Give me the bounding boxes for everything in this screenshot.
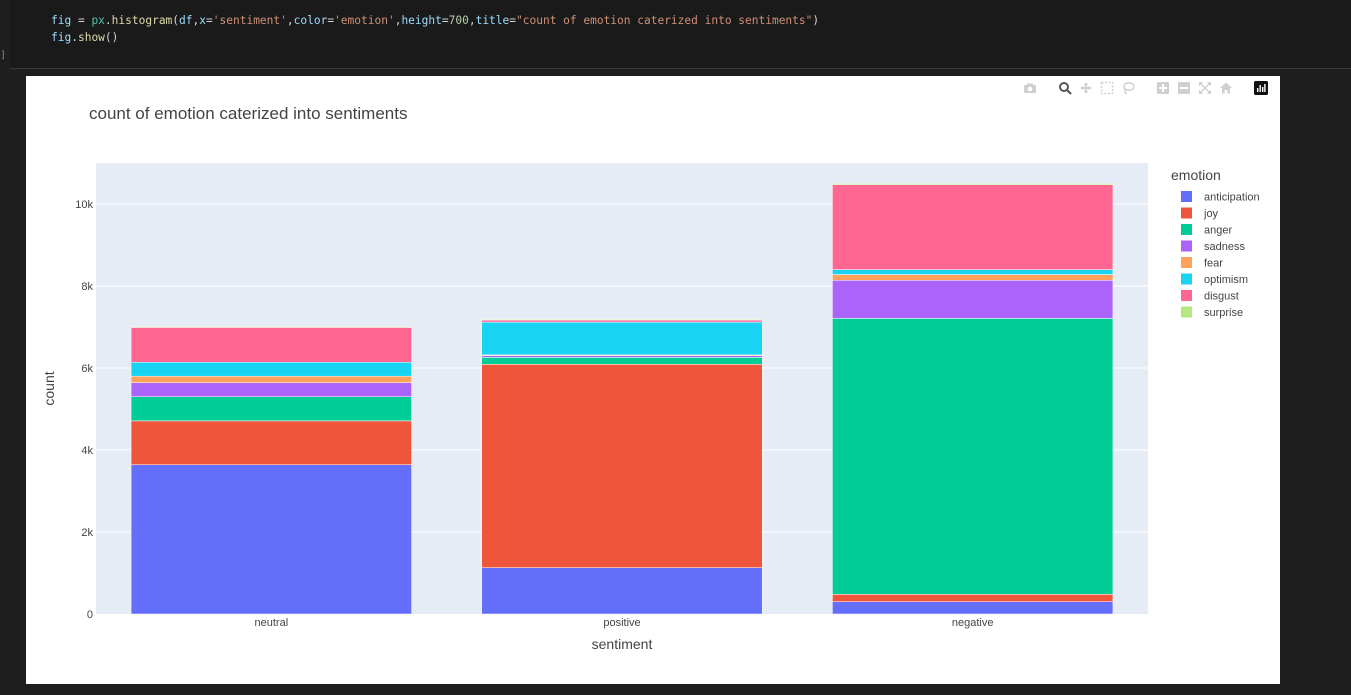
legend-swatch-anticipation[interactable]: [1181, 191, 1192, 202]
bar-anticipation-positive[interactable]: [481, 567, 763, 615]
code-token: color: [293, 14, 328, 27]
bar-surprise-negative[interactable]: [832, 183, 1114, 185]
code-token: ,: [286, 14, 294, 27]
bar-surprise-positive[interactable]: [481, 318, 763, 321]
pan-icon[interactable]: [1078, 81, 1093, 96]
zoom-out-icon[interactable]: [1176, 81, 1191, 96]
stacked-bar-chart: 0 2k 4k 6k 8k 10k neutral positive negative count…: [41, 104, 1260, 652]
code-token: 'sentiment': [212, 14, 287, 27]
code-token: df: [179, 14, 193, 27]
plotly-logo-icon[interactable]: [1253, 81, 1268, 96]
bar-anticipation-neutral[interactable]: [130, 464, 412, 615]
chart-title: count of emotion caterized into sentimen…: [89, 104, 407, 123]
code-cell[interactable]: fig = px.histogram(df,x='sentiment',colo…: [0, 0, 1351, 70]
legend-item-joy[interactable]: joy: [1203, 208, 1219, 220]
code-token: show: [77, 31, 105, 44]
bar-optimism-neutral[interactable]: [130, 362, 412, 377]
plotly-modebar: [1022, 80, 1268, 96]
code-token: height: [401, 14, 442, 27]
legend-item-sadness[interactable]: sadness: [1204, 241, 1245, 253]
bar-disgust-neutral[interactable]: [130, 327, 412, 363]
bar-anger-positive[interactable]: [481, 357, 763, 365]
zoom-in-icon[interactable]: [1155, 81, 1170, 96]
bar-sadness-negative[interactable]: [832, 280, 1114, 319]
y-tick-label: 8k: [81, 281, 93, 293]
legend-swatch-disgust[interactable]: [1181, 290, 1192, 301]
legend-swatch-surprise[interactable]: [1181, 306, 1192, 318]
bar-anger-neutral[interactable]: [130, 396, 412, 422]
bar-surprise-neutral[interactable]: [130, 326, 412, 328]
code-token: (): [104, 31, 119, 44]
y-axis-label: count: [41, 371, 57, 405]
code-editor[interactable]: fig = px.histogram(df,x='sentiment',colo…: [10, 0, 1351, 69]
code-token: .: [104, 14, 112, 27]
code-token: =: [509, 14, 517, 27]
legend-swatch-anger[interactable]: [1181, 224, 1192, 235]
y-tick-label: 2k: [81, 527, 93, 539]
bar-anticipation-negative[interactable]: [832, 601, 1114, 615]
code-token: fig: [51, 31, 72, 44]
code-token: ): [812, 14, 820, 27]
cell-execution-marker: ]: [0, 50, 7, 61]
legend-item-surprise[interactable]: surprise: [1204, 307, 1243, 319]
legend-swatch-joy[interactable]: [1181, 207, 1192, 219]
code-token: ,: [468, 14, 476, 27]
bar-joy-neutral[interactable]: [130, 420, 412, 466]
bar-joy-negative[interactable]: [832, 594, 1114, 602]
bar-fear-neutral[interactable]: [130, 375, 412, 384]
legend-item-optimism[interactable]: optimism: [1204, 274, 1248, 286]
plot-output: 0 2k 4k 6k 8k 10k neutral positive negative count…: [26, 76, 1280, 684]
x-tick-label: positive: [603, 617, 640, 629]
autoscale-icon[interactable]: [1197, 81, 1212, 96]
bar-sadness-neutral[interactable]: [130, 382, 412, 397]
legend-swatch-sadness[interactable]: [1181, 240, 1192, 252]
code-token: .: [71, 31, 78, 44]
code-token: =: [71, 14, 92, 27]
bar-disgust-positive[interactable]: [481, 319, 763, 323]
x-axis-label: sentiment: [592, 636, 653, 652]
legend-item-disgust[interactable]: disgust: [1204, 291, 1239, 303]
code-token: title: [475, 14, 510, 27]
camera-icon[interactable]: [1022, 81, 1037, 96]
lasso-icon[interactable]: [1120, 81, 1135, 96]
reset-axes-icon[interactable]: [1218, 81, 1233, 96]
y-tick-label: 0: [87, 609, 93, 621]
bar-disgust-negative[interactable]: [832, 184, 1114, 270]
legend-swatch-fear[interactable]: [1181, 257, 1192, 268]
code-token: 700: [448, 14, 469, 27]
legend-item-fear[interactable]: fear: [1204, 258, 1223, 270]
legend-title: emotion: [1171, 167, 1221, 183]
code-token: fig: [51, 14, 72, 27]
code-token: 'emotion': [334, 14, 395, 27]
code-token: =: [441, 14, 449, 27]
legend-swatch-optimism[interactable]: [1181, 273, 1192, 285]
code-line-2[interactable]: fig.show(): [51, 31, 118, 44]
y-tick-label: 6k: [81, 363, 93, 375]
x-tick-label: negative: [952, 617, 994, 629]
code-token: px: [91, 14, 105, 27]
x-tick-label: neutral: [255, 617, 289, 629]
legend-item-anger[interactable]: anger: [1204, 225, 1232, 237]
zoom-icon[interactable]: [1057, 81, 1072, 96]
code-token: =: [206, 14, 213, 27]
legend-item-anticipation[interactable]: anticipation: [1204, 192, 1260, 204]
bar-anger-negative[interactable]: [832, 318, 1114, 595]
code-token: histogram: [111, 14, 173, 27]
code-line-1[interactable]: fig = px.histogram(df,x='sentiment',colo…: [51, 14, 819, 27]
y-tick-label: 10k: [75, 199, 93, 211]
bar-optimism-positive[interactable]: [481, 321, 763, 356]
bar-optimism-negative[interactable]: [832, 269, 1114, 275]
box-select-icon[interactable]: [1099, 81, 1114, 96]
code-token: "count of emotion caterized into sentime…: [516, 14, 813, 27]
bar-fear-negative[interactable]: [832, 274, 1114, 281]
bar-joy-positive[interactable]: [481, 364, 763, 568]
y-tick-label: 4k: [81, 445, 93, 457]
